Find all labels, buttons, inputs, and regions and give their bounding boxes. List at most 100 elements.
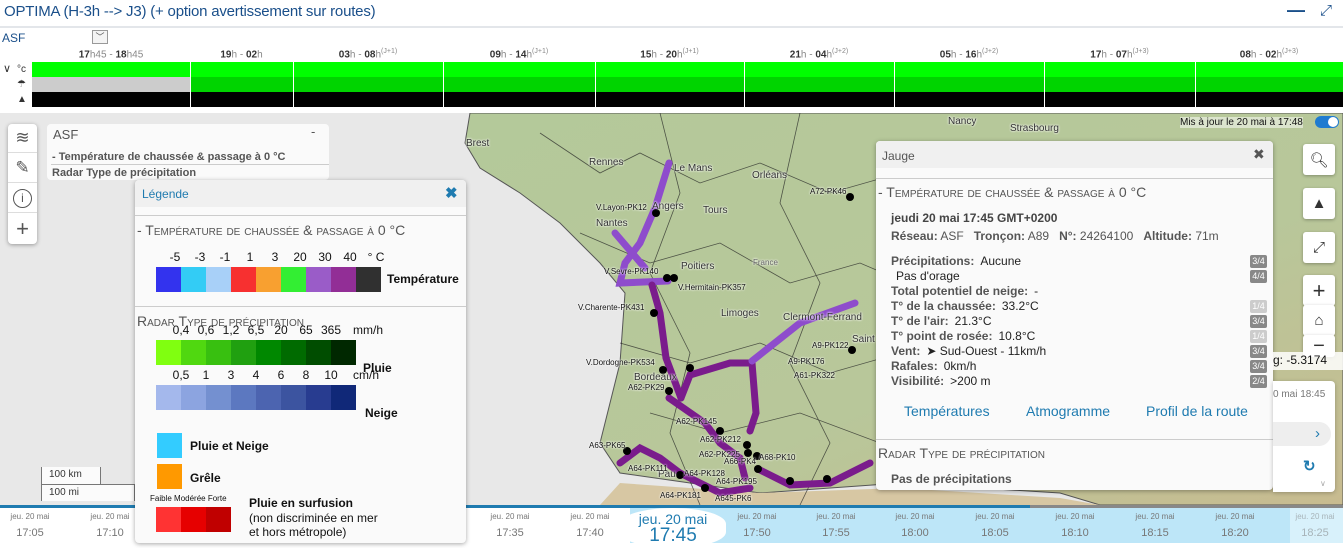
pk-label: A9-PK122 <box>812 341 849 350</box>
forecast-cell[interactable] <box>595 77 744 92</box>
forecast-cell[interactable] <box>190 62 293 77</box>
segment-label: 03h - 08h(J+1) <box>339 48 397 60</box>
segment-label: 09h - 14h(J+1) <box>490 48 548 60</box>
gauge-value: - <box>1034 284 1039 298</box>
forecast-cell[interactable] <box>744 92 894 107</box>
close-icon[interactable]: ✖ <box>1253 146 1265 163</box>
forecast-cell[interactable] <box>190 92 293 107</box>
forecast-cell[interactable] <box>443 92 595 107</box>
forecast-cell[interactable] <box>1044 77 1195 92</box>
forecast-cell[interactable] <box>1195 77 1343 92</box>
forecast-cell[interactable] <box>595 62 744 77</box>
forecast-cell[interactable] <box>32 77 190 92</box>
tick-date: jeu. 20 mai <box>1055 512 1095 521</box>
timeline-tick[interactable]: jeu. 20 mai 17:55 <box>801 512 871 539</box>
forecast-cell[interactable] <box>1195 92 1343 107</box>
forecast-cell[interactable] <box>32 92 190 107</box>
timeline-tick[interactable]: jeu. 20 mai 18:00 <box>880 512 950 539</box>
freezing-swatch <box>156 507 181 532</box>
divider <box>0 26 1343 28</box>
layer-item[interactable]: Radar Type de précipitation <box>52 167 196 179</box>
precipitation-icon: ☂ <box>17 79 26 90</box>
reliability-badge: 3/4 <box>1250 315 1267 328</box>
gauge-value: Pas d'orage <box>896 269 960 283</box>
forecast-cell[interactable] <box>894 62 1044 77</box>
atmogramme-link[interactable]: Atmogramme <box>1026 403 1110 419</box>
timeline-tick[interactable]: jeu. 20 mai 18:10 <box>1040 512 1110 539</box>
meta-value: A89 <box>1027 229 1050 243</box>
forecast-cell[interactable] <box>595 92 744 107</box>
timeline-tick[interactable]: jeu. 20 mai 18:20 <box>1200 512 1270 539</box>
reliability-badge: 3/4 <box>1250 345 1267 358</box>
forecast-cell[interactable] <box>443 77 595 92</box>
auto-update-toggle[interactable] <box>1315 116 1339 128</box>
forecast-cell[interactable] <box>1195 62 1343 77</box>
temperatures-link[interactable]: Températures <box>904 403 990 419</box>
forecast-cell[interactable] <box>293 92 443 107</box>
forecast-cell[interactable] <box>744 62 894 77</box>
forecast-cell[interactable] <box>1044 92 1195 107</box>
chevron-down-icon[interactable]: ∨ <box>1320 479 1326 488</box>
forecast-cell[interactable] <box>443 62 595 77</box>
home-icon[interactable]: ⌂ <box>1303 305 1335 336</box>
temp-swatch <box>206 267 231 292</box>
eyedropper-icon[interactable]: ✎ <box>8 154 37 183</box>
gauge-panel: Jauge ✖ - Température de chaussée & pass… <box>876 141 1273 490</box>
tick-time: 18:20 <box>1221 527 1249 539</box>
next-chevron-icon[interactable]: › <box>1315 425 1320 442</box>
forecast-cell[interactable] <box>744 77 894 92</box>
collapse-chevron-icon[interactable]: ∨ <box>3 62 11 75</box>
segment-label-part: 14 <box>515 49 527 61</box>
side-panel-time: 0 mai 18:45 <box>1273 389 1326 400</box>
meta-key: Altitude: <box>1143 229 1192 243</box>
forecast-cell[interactable] <box>293 62 443 77</box>
meta-value: ASF <box>940 229 964 243</box>
fullscreen-icon[interactable]: ⤢ <box>1303 232 1335 263</box>
forecast-cell[interactable] <box>894 77 1044 92</box>
road-icon[interactable]: ▲ <box>1303 188 1335 219</box>
add-icon[interactable]: + <box>8 214 37 243</box>
layers-icon[interactable]: ≋ <box>8 124 37 153</box>
timeline-tick[interactable]: jeu. 20 mai 17:05 <box>0 512 65 539</box>
search-icon[interactable]: 🔍︎ <box>1303 144 1335 175</box>
gauge-datetime: jeudi 20 mai 17:45 GMT+0200 <box>891 211 1058 225</box>
timeline-tick[interactable]: jeu. 20 mai 18:25 <box>1280 512 1343 539</box>
timeline-tick[interactable]: jeu. 20 mai 18:15 <box>1120 512 1190 539</box>
gauge-value: 10.8°C <box>998 329 1036 343</box>
timeline-tick[interactable]: jeu. 20 mai 17:50 <box>722 512 792 539</box>
segment-label-part: (J+1) <box>381 48 398 55</box>
refresh-icon[interactable]: ↻ <box>1303 457 1316 475</box>
zoom-in-button[interactable]: + <box>1303 275 1335 306</box>
forecast-cell[interactable] <box>894 92 1044 107</box>
rain-tick: 365 <box>320 323 342 337</box>
freezing-swatch <box>181 507 206 532</box>
meta-value: 71m <box>1195 229 1219 243</box>
mixed-label: Pluie et Neige <box>190 439 269 453</box>
temp-swatch <box>256 267 281 292</box>
timeline-tick[interactable]: jeu. 20 mai 17:40 <box>555 512 625 539</box>
close-icon[interactable]: ✖ <box>445 184 458 202</box>
city-label: Rennes <box>589 157 624 168</box>
layer-item[interactable]: - Température de chaussée & passage à 0 … <box>52 151 285 163</box>
road-profile-link[interactable]: Profil de la route <box>1146 403 1248 419</box>
collapse-button[interactable]: - <box>311 124 315 139</box>
snow-swatch <box>331 385 356 410</box>
info-icon[interactable]: i <box>8 184 37 213</box>
city-label: Clermont-Ferrand <box>783 312 862 323</box>
forecast-cell[interactable] <box>1044 62 1195 77</box>
city-label: France <box>753 258 778 267</box>
network-dropdown[interactable]: ﹀ <box>92 30 108 44</box>
forecast-cell[interactable] <box>190 77 293 92</box>
temp-tick: 20 <box>293 250 307 264</box>
timeline-tick[interactable]: jeu. 20 mai 18:05 <box>960 512 1030 539</box>
forecast-cell[interactable] <box>293 77 443 92</box>
tick-time: 18:15 <box>1141 527 1169 539</box>
rain-unit: mm/h <box>353 323 383 337</box>
minimize-icon[interactable]: — <box>1287 1 1305 20</box>
timeline-tick[interactable]: jeu. 20 mai 17:35 <box>475 512 545 539</box>
expand-icon[interactable]: ⤢ <box>1320 2 1332 19</box>
forecast-cell[interactable] <box>32 62 190 77</box>
reliability-badge: 2/4 <box>1250 375 1267 388</box>
map-toolbar: ≋ ✎ i + <box>8 124 37 244</box>
rain-tick: 6,5 <box>247 323 265 337</box>
